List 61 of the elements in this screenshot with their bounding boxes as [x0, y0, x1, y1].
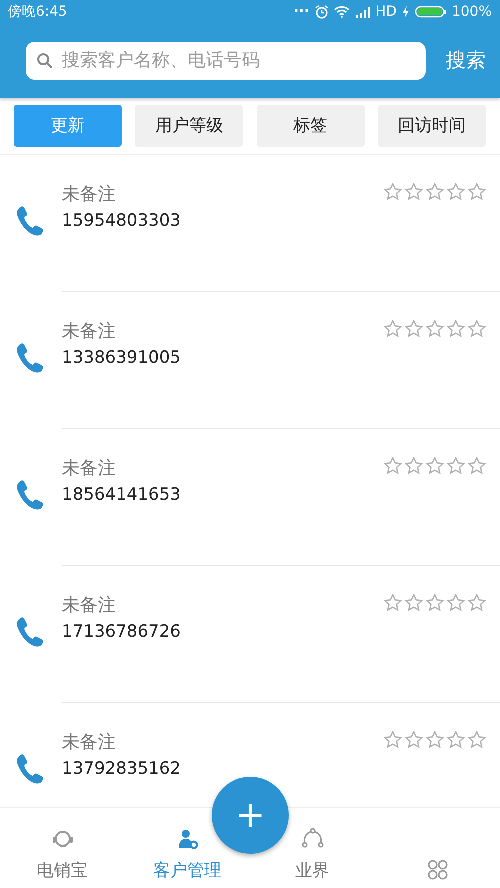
nav-tab[interactable]: 电销宝	[37, 859, 88, 882]
phone-icon	[14, 616, 46, 648]
phone-icon	[14, 204, 46, 237]
phone-number: 18564141653	[62, 484, 182, 507]
filter-button[interactable]: 更新	[14, 104, 122, 147]
contact-note: 未备注	[62, 456, 117, 481]
network-label: HD	[376, 4, 397, 20]
star-icon	[426, 594, 444, 612]
star-icon	[468, 730, 486, 749]
contact-note: 未备注	[62, 730, 117, 755]
star-icon	[468, 456, 486, 475]
star-icon	[447, 594, 465, 612]
battery-icon	[414, 6, 447, 18]
star-icon	[447, 182, 465, 201]
contact-note: 未备注	[62, 594, 117, 618]
wifi-icon	[334, 6, 350, 18]
filter-button[interactable]: 用户等级	[135, 104, 244, 147]
star-icon	[384, 730, 402, 749]
nav-tab[interactable]: 业界	[296, 859, 330, 882]
signal-icon	[354, 6, 371, 18]
charging-icon	[402, 6, 410, 18]
star-icon	[468, 320, 486, 338]
phone-number: 13386391005	[62, 346, 182, 370]
filter-button[interactable]: 回访时间	[378, 104, 486, 147]
star-icon	[405, 182, 423, 201]
star-icon	[405, 594, 423, 612]
nav-tab[interactable]: 客户管理	[154, 859, 222, 882]
clover-icon[interactable]	[426, 858, 450, 882]
star-icon	[384, 182, 402, 201]
phone-icon	[14, 342, 46, 374]
star-icon	[426, 320, 444, 338]
alarm-icon	[314, 4, 329, 19]
star-icon	[468, 594, 486, 612]
contact-note: 未备注	[62, 320, 117, 344]
star-icon	[405, 320, 423, 338]
star-icon	[384, 456, 402, 475]
phone-icon	[14, 752, 46, 785]
star-icon	[426, 730, 444, 749]
star-icon	[426, 182, 444, 201]
star-icon	[426, 456, 444, 475]
star-icon	[384, 594, 402, 612]
add-button[interactable]: +	[212, 777, 289, 854]
contact-note: 未备注	[62, 182, 117, 207]
star-icon	[447, 730, 465, 749]
star-icon	[447, 456, 465, 475]
star-icon	[447, 320, 465, 338]
phone-number: 17136786726	[62, 620, 182, 644]
battery-percent: 100%	[452, 4, 492, 20]
star-icon	[405, 456, 423, 475]
star-icon	[468, 182, 486, 201]
phone-number: 13792835162	[62, 758, 182, 781]
filter-button[interactable]: 标签	[256, 104, 365, 147]
status-time: 傍晚6:45	[8, 2, 68, 21]
search-button[interactable]: 搜索	[446, 47, 486, 74]
star-icon	[384, 320, 402, 338]
phone-number: 15954803303	[62, 210, 182, 233]
phone-icon	[14, 478, 46, 511]
star-icon	[405, 730, 423, 749]
search-icon	[37, 52, 53, 69]
search-field[interactable]: 搜索客户名称、电话号码	[26, 42, 426, 80]
status-dots: ...	[294, 0, 310, 16]
